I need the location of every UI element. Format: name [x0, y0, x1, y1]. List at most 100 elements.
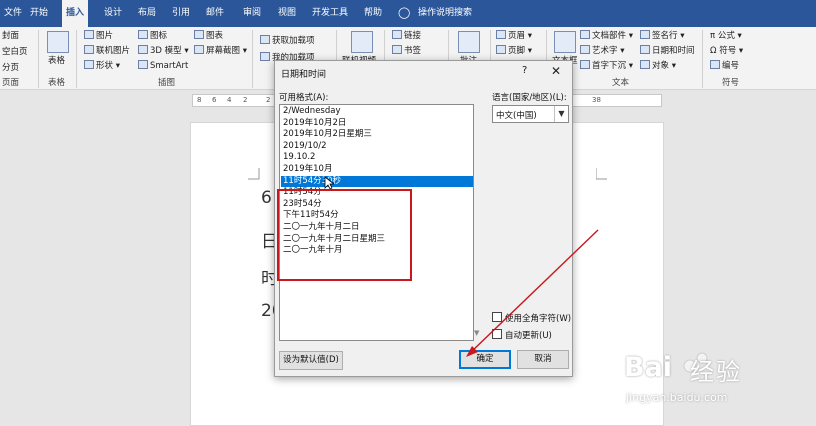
auto-update-checkbox[interactable] [492, 329, 502, 339]
get-addins-button[interactable]: 获取加载项 [260, 35, 315, 48]
drop-cap-icon [580, 60, 590, 69]
tab-view[interactable]: 视图 [274, 0, 300, 27]
fullwidth-label: 使用全角字符(W) [505, 314, 572, 324]
tab-review[interactable]: 审阅 [239, 0, 265, 27]
object-icon [640, 60, 650, 69]
chevron-down-icon[interactable]: ▼ [554, 106, 568, 122]
set-default-button[interactable]: 设为默认值(D) [279, 351, 343, 370]
screenshot-icon [194, 45, 204, 54]
tab-references[interactable]: 引用 [168, 0, 194, 27]
fullwidth-checkbox[interactable] [492, 312, 502, 322]
tab-design[interactable]: 设计 [100, 0, 126, 27]
list-item-selected[interactable]: 11时54分30秒 [281, 175, 473, 188]
comment-icon[interactable] [458, 31, 480, 53]
ruler-number: 6 [212, 96, 217, 104]
equation-button[interactable]: π 公式 ▾ [710, 30, 742, 43]
language-value: 中文(中国) [496, 111, 537, 121]
signature-icon [640, 30, 650, 39]
online-pictures-button[interactable]: 联机图片 [84, 45, 130, 58]
smartart-icon [138, 60, 148, 69]
blank-page-button[interactable]: 空白页 [2, 46, 28, 59]
icons-button[interactable]: 图标 [138, 30, 167, 43]
wordart-icon [580, 45, 590, 54]
page-break-button[interactable]: 分页 [2, 62, 19, 75]
separator [76, 30, 77, 88]
object-button[interactable]: 对象 ▾ [640, 60, 676, 73]
list-item[interactable]: 2/Wednesday [281, 106, 473, 118]
table-button[interactable]: 表格 [48, 55, 65, 68]
calendar-icon [640, 45, 650, 54]
tab-help[interactable]: 帮助 [360, 0, 386, 27]
tab-file[interactable]: 文件 [0, 0, 26, 27]
link-button[interactable]: 链接 [392, 30, 421, 43]
smartart-button[interactable]: SmartArt [138, 60, 188, 73]
watermark-text: 经验 [690, 358, 742, 386]
list-item[interactable]: 2019年10月 [281, 164, 473, 176]
addin-icon [260, 52, 270, 61]
header-button[interactable]: 页眉 ▾ [496, 30, 532, 43]
list-item[interactable]: 19.10.2 [281, 152, 473, 164]
table-icon[interactable] [47, 31, 69, 53]
illustrations-group-label: 插图 [158, 78, 176, 88]
numbering-button[interactable]: 编号 [710, 60, 739, 73]
ruler-number: 38 [592, 96, 601, 104]
date-time-button[interactable]: 日期和时间 [640, 45, 695, 58]
screenshot-button[interactable]: 屏幕截图 ▾ [194, 45, 247, 58]
separator [38, 30, 39, 88]
tell-me-search[interactable]: 操作说明搜索 [414, 0, 476, 27]
ok-button[interactable]: 确定 [459, 350, 511, 369]
auto-update-label: 自动更新(U) [505, 331, 552, 341]
close-icon[interactable]: ✕ [551, 64, 561, 78]
list-item[interactable]: 2019年10月2日 [281, 118, 473, 130]
quick-parts-button[interactable]: 文档部件 ▾ [580, 30, 633, 43]
textbox-icon[interactable] [554, 31, 576, 53]
store-icon [260, 35, 270, 44]
tab-developer[interactable]: 开发工具 [308, 0, 352, 27]
chevron-down-icon[interactable]: ▼ [474, 329, 479, 337]
watermark-url: jingyan.baidu.com [626, 391, 728, 404]
list-item[interactable]: 2019/10/2 [281, 141, 473, 153]
online-video-icon[interactable] [351, 31, 373, 53]
language-select[interactable]: 中文(中国) ▼ [492, 105, 569, 123]
language-label: 语言(国家/地区)(L): [492, 93, 567, 103]
help-button[interactable]: ? [522, 65, 527, 76]
quick-parts-icon [580, 30, 590, 39]
tab-home[interactable]: 开始 [26, 0, 52, 27]
omega-icon: Ω [710, 46, 720, 56]
shapes-icon [84, 60, 94, 69]
cursor-icon [324, 176, 334, 190]
wordart-button[interactable]: 艺术字 ▾ [580, 45, 624, 58]
watermark-brand: Bai [624, 352, 673, 383]
numbering-icon [710, 60, 720, 69]
tab-layout[interactable]: 布局 [134, 0, 160, 27]
list-item[interactable]: 2019年10月2日星期三 [281, 129, 473, 141]
3d-models-button[interactable]: 3D 模型 ▾ [138, 45, 189, 58]
online-picture-icon [84, 45, 94, 54]
footer-button[interactable]: 页脚 ▾ [496, 45, 532, 58]
symbols-group-label: 符号 [722, 78, 740, 88]
document-text: 6 [261, 188, 272, 208]
pi-icon: π [710, 31, 718, 41]
chart-button[interactable]: 图表 [194, 30, 223, 43]
symbol-button[interactable]: Ω 符号 ▾ [710, 45, 743, 58]
highlight-box [277, 189, 412, 281]
chart-icon [194, 30, 204, 39]
cover-page-button[interactable]: 封面 [2, 30, 19, 43]
icons-icon [138, 30, 148, 39]
tab-mailings[interactable]: 邮件 [202, 0, 228, 27]
lightbulb-icon: ◯ [398, 6, 411, 19]
bookmark-icon [392, 45, 402, 54]
margin-corner-mark [248, 168, 260, 180]
tab-insert[interactable]: 插入 [62, 0, 89, 27]
ruler-number: 2 [243, 96, 248, 104]
pages-group-label: 页面 [2, 78, 20, 88]
cancel-button[interactable]: 取消 [517, 350, 569, 369]
table-group-label: 表格 [48, 78, 66, 88]
drop-cap-button[interactable]: 首字下沉 ▾ [580, 60, 633, 73]
ruler-number: 8 [197, 96, 202, 104]
signature-line-button[interactable]: 签名行 ▾ [640, 30, 684, 43]
pictures-button[interactable]: 图片 [84, 30, 113, 43]
footer-icon [496, 45, 506, 54]
shapes-button[interactable]: 形状 ▾ [84, 60, 120, 73]
bookmark-button[interactable]: 书签 [392, 45, 421, 58]
